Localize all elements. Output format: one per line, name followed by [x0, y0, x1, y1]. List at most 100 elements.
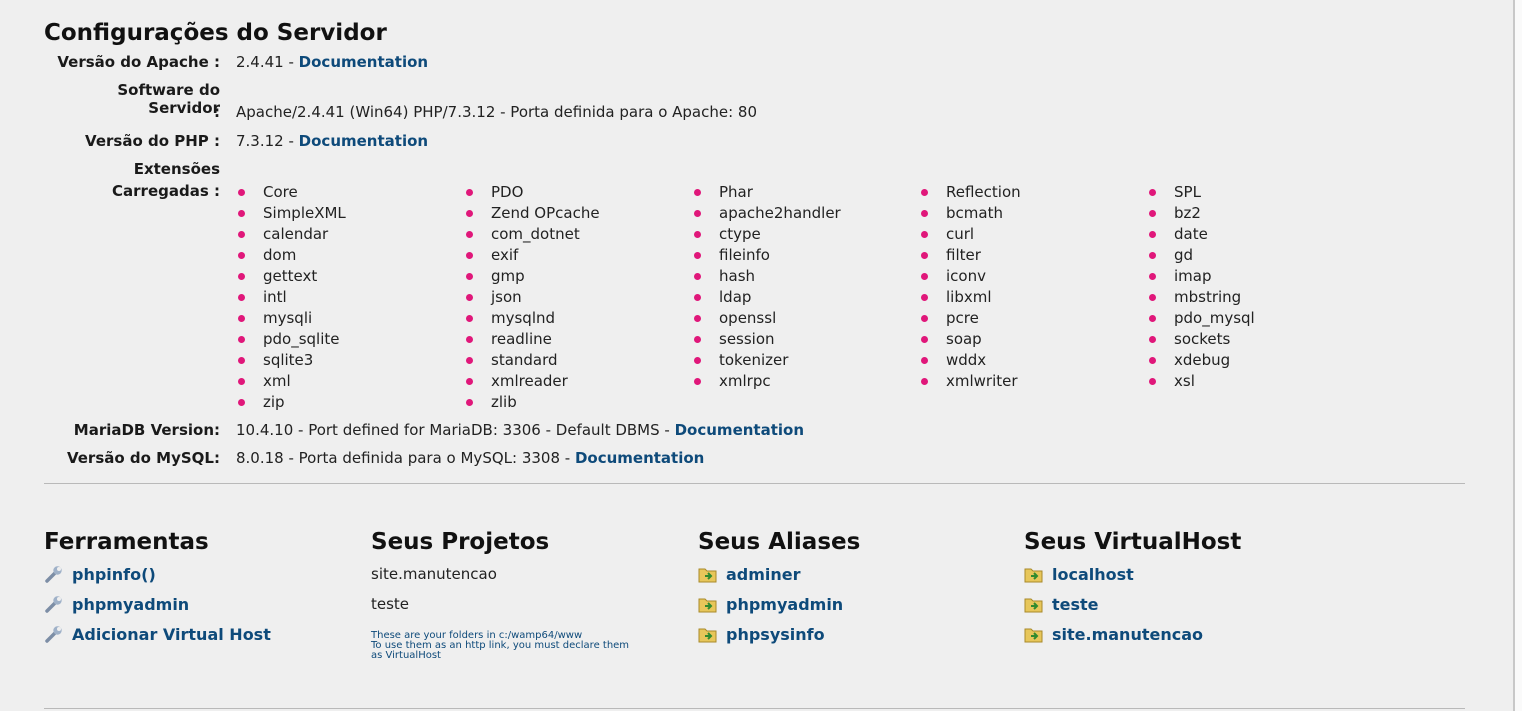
bullet-icon [921, 252, 928, 259]
section-divider [44, 483, 1465, 484]
mariadb-documentation-link[interactable]: Documentation [675, 421, 804, 439]
extension-item: gd [1149, 245, 1255, 266]
bullet-icon [694, 378, 701, 385]
bullet-icon [1149, 273, 1156, 280]
extension-name: intl [263, 288, 287, 306]
bullet-icon [694, 315, 701, 322]
extension-item: xmlrpc [694, 371, 841, 392]
extension-item: PDO [466, 182, 600, 203]
extension-name: fileinfo [719, 246, 770, 264]
bullet-icon [238, 189, 245, 196]
extension-name: calendar [263, 225, 329, 243]
bullet-icon [1149, 357, 1156, 364]
extension-name: filter [946, 246, 981, 264]
bullet-icon [466, 189, 473, 196]
extension-item: hash [694, 266, 841, 287]
virtualhost-link-site-manutencao[interactable]: site.manutencao [1052, 625, 1203, 644]
alias-link-phpmyadmin[interactable]: phpmyadmin [726, 595, 843, 614]
alias-item-adminer[interactable]: adminer [698, 563, 801, 585]
extension-item: imap [1149, 266, 1255, 287]
extension-item: libxml [921, 287, 1021, 308]
alias-link-adminer[interactable]: adminer [726, 565, 801, 584]
extension-name: standard [491, 351, 558, 369]
page-right-margin [1515, 0, 1522, 711]
extension-name: apache2handler [719, 204, 841, 222]
extension-item: exif [466, 245, 600, 266]
folder-arrow-icon [1024, 628, 1043, 643]
extension-name: bz2 [1174, 204, 1201, 222]
extension-name: zlib [491, 393, 517, 411]
bullet-icon [1149, 231, 1156, 238]
extension-name: Zend OPcache [491, 204, 600, 222]
alias-item-phpsysinfo[interactable]: phpsysinfo [698, 623, 825, 645]
extension-item: json [466, 287, 600, 308]
tool-item-phpmyadmin[interactable]: phpmyadmin [44, 593, 189, 615]
extension-item: mysqlnd [466, 308, 600, 329]
extension-item: gettext [238, 266, 346, 287]
projects-note: These are your folders in c:/wamp64/www … [371, 631, 651, 661]
mysql-documentation-link[interactable]: Documentation [575, 449, 704, 467]
mysql-version-value: 8.0.18 - Porta definida para o MySQL: 33… [236, 449, 575, 467]
extension-name: Core [263, 183, 298, 201]
mariadb-version-row: 10.4.10 - Port defined for MariaDB: 3306… [236, 421, 804, 439]
tool-link-phpmyadmin[interactable]: phpmyadmin [72, 595, 189, 614]
apache-documentation-link[interactable]: Documentation [299, 53, 428, 71]
extension-name: Phar [719, 183, 753, 201]
tool-item-phpinfo[interactable]: phpinfo() [44, 563, 156, 585]
mariadb-version-label: MariaDB Version: [73, 421, 220, 439]
bullet-icon [466, 231, 473, 238]
bullet-icon [466, 273, 473, 280]
alias-item-phpmyadmin[interactable]: phpmyadmin [698, 593, 843, 615]
extension-item: pdo_sqlite [238, 329, 346, 350]
extension-name: pdo_sqlite [263, 330, 340, 348]
extension-item: mbstring [1149, 287, 1255, 308]
mysql-version-row: 8.0.18 - Porta definida para o MySQL: 33… [236, 449, 704, 467]
extension-item: soap [921, 329, 1021, 350]
bullet-icon [921, 378, 928, 385]
bullet-icon [921, 315, 928, 322]
virtualhost-link-localhost[interactable]: localhost [1052, 565, 1134, 584]
extension-name: gmp [491, 267, 525, 285]
extension-name: xmlreader [491, 372, 568, 390]
tool-link-add-virtual-host[interactable]: Adicionar Virtual Host [72, 625, 271, 644]
extension-item: fileinfo [694, 245, 841, 266]
tool-link-phpinfo[interactable]: phpinfo() [72, 565, 156, 584]
extension-name: xsl [1174, 372, 1195, 390]
bullet-icon [1149, 189, 1156, 196]
extension-item: curl [921, 224, 1021, 245]
bullet-icon [238, 210, 245, 217]
extension-item: xml [238, 371, 346, 392]
bullet-icon [238, 294, 245, 301]
bullet-icon [466, 378, 473, 385]
extension-item: iconv [921, 266, 1021, 287]
bullet-icon [466, 336, 473, 343]
mariadb-version-value: 10.4.10 - Port defined for MariaDB: 3306… [236, 421, 675, 439]
virtualhost-item-localhost[interactable]: localhost [1024, 563, 1134, 585]
virtualhost-link-teste[interactable]: teste [1052, 595, 1099, 614]
extensions-column-2: PDO Zend OPcache com_dotnet exif gmp json mysq… [466, 182, 600, 413]
extension-name: session [719, 330, 775, 348]
alias-link-phpsysinfo[interactable]: phpsysinfo [726, 625, 825, 644]
extension-item: gmp [466, 266, 600, 287]
extension-name: Reflection [946, 183, 1021, 201]
extension-name: xml [263, 372, 291, 390]
bullet-icon [921, 336, 928, 343]
php-documentation-link[interactable]: Documentation [299, 132, 428, 150]
extension-item: SPL [1149, 182, 1255, 203]
bullet-icon [466, 315, 473, 322]
bullet-icon [694, 231, 701, 238]
virtualhost-item-site-manutencao[interactable]: site.manutencao [1024, 623, 1203, 645]
extension-item: bcmath [921, 203, 1021, 224]
extension-name: iconv [946, 267, 986, 285]
extension-name: mysqlnd [491, 309, 556, 327]
extension-name: curl [946, 225, 975, 243]
bullet-icon [466, 399, 473, 406]
extension-item: openssl [694, 308, 841, 329]
tool-item-add-virtual-host[interactable]: Adicionar Virtual Host [44, 623, 271, 645]
extension-item: Core [238, 182, 346, 203]
bullet-icon [694, 189, 701, 196]
virtualhost-item-teste[interactable]: teste [1024, 593, 1099, 615]
extensions-column-4: Reflection bcmath curl filter iconv libxml pcr… [921, 182, 1021, 392]
php-version-row: 7.3.12 - Documentation [236, 132, 428, 150]
extension-name: mbstring [1174, 288, 1242, 306]
